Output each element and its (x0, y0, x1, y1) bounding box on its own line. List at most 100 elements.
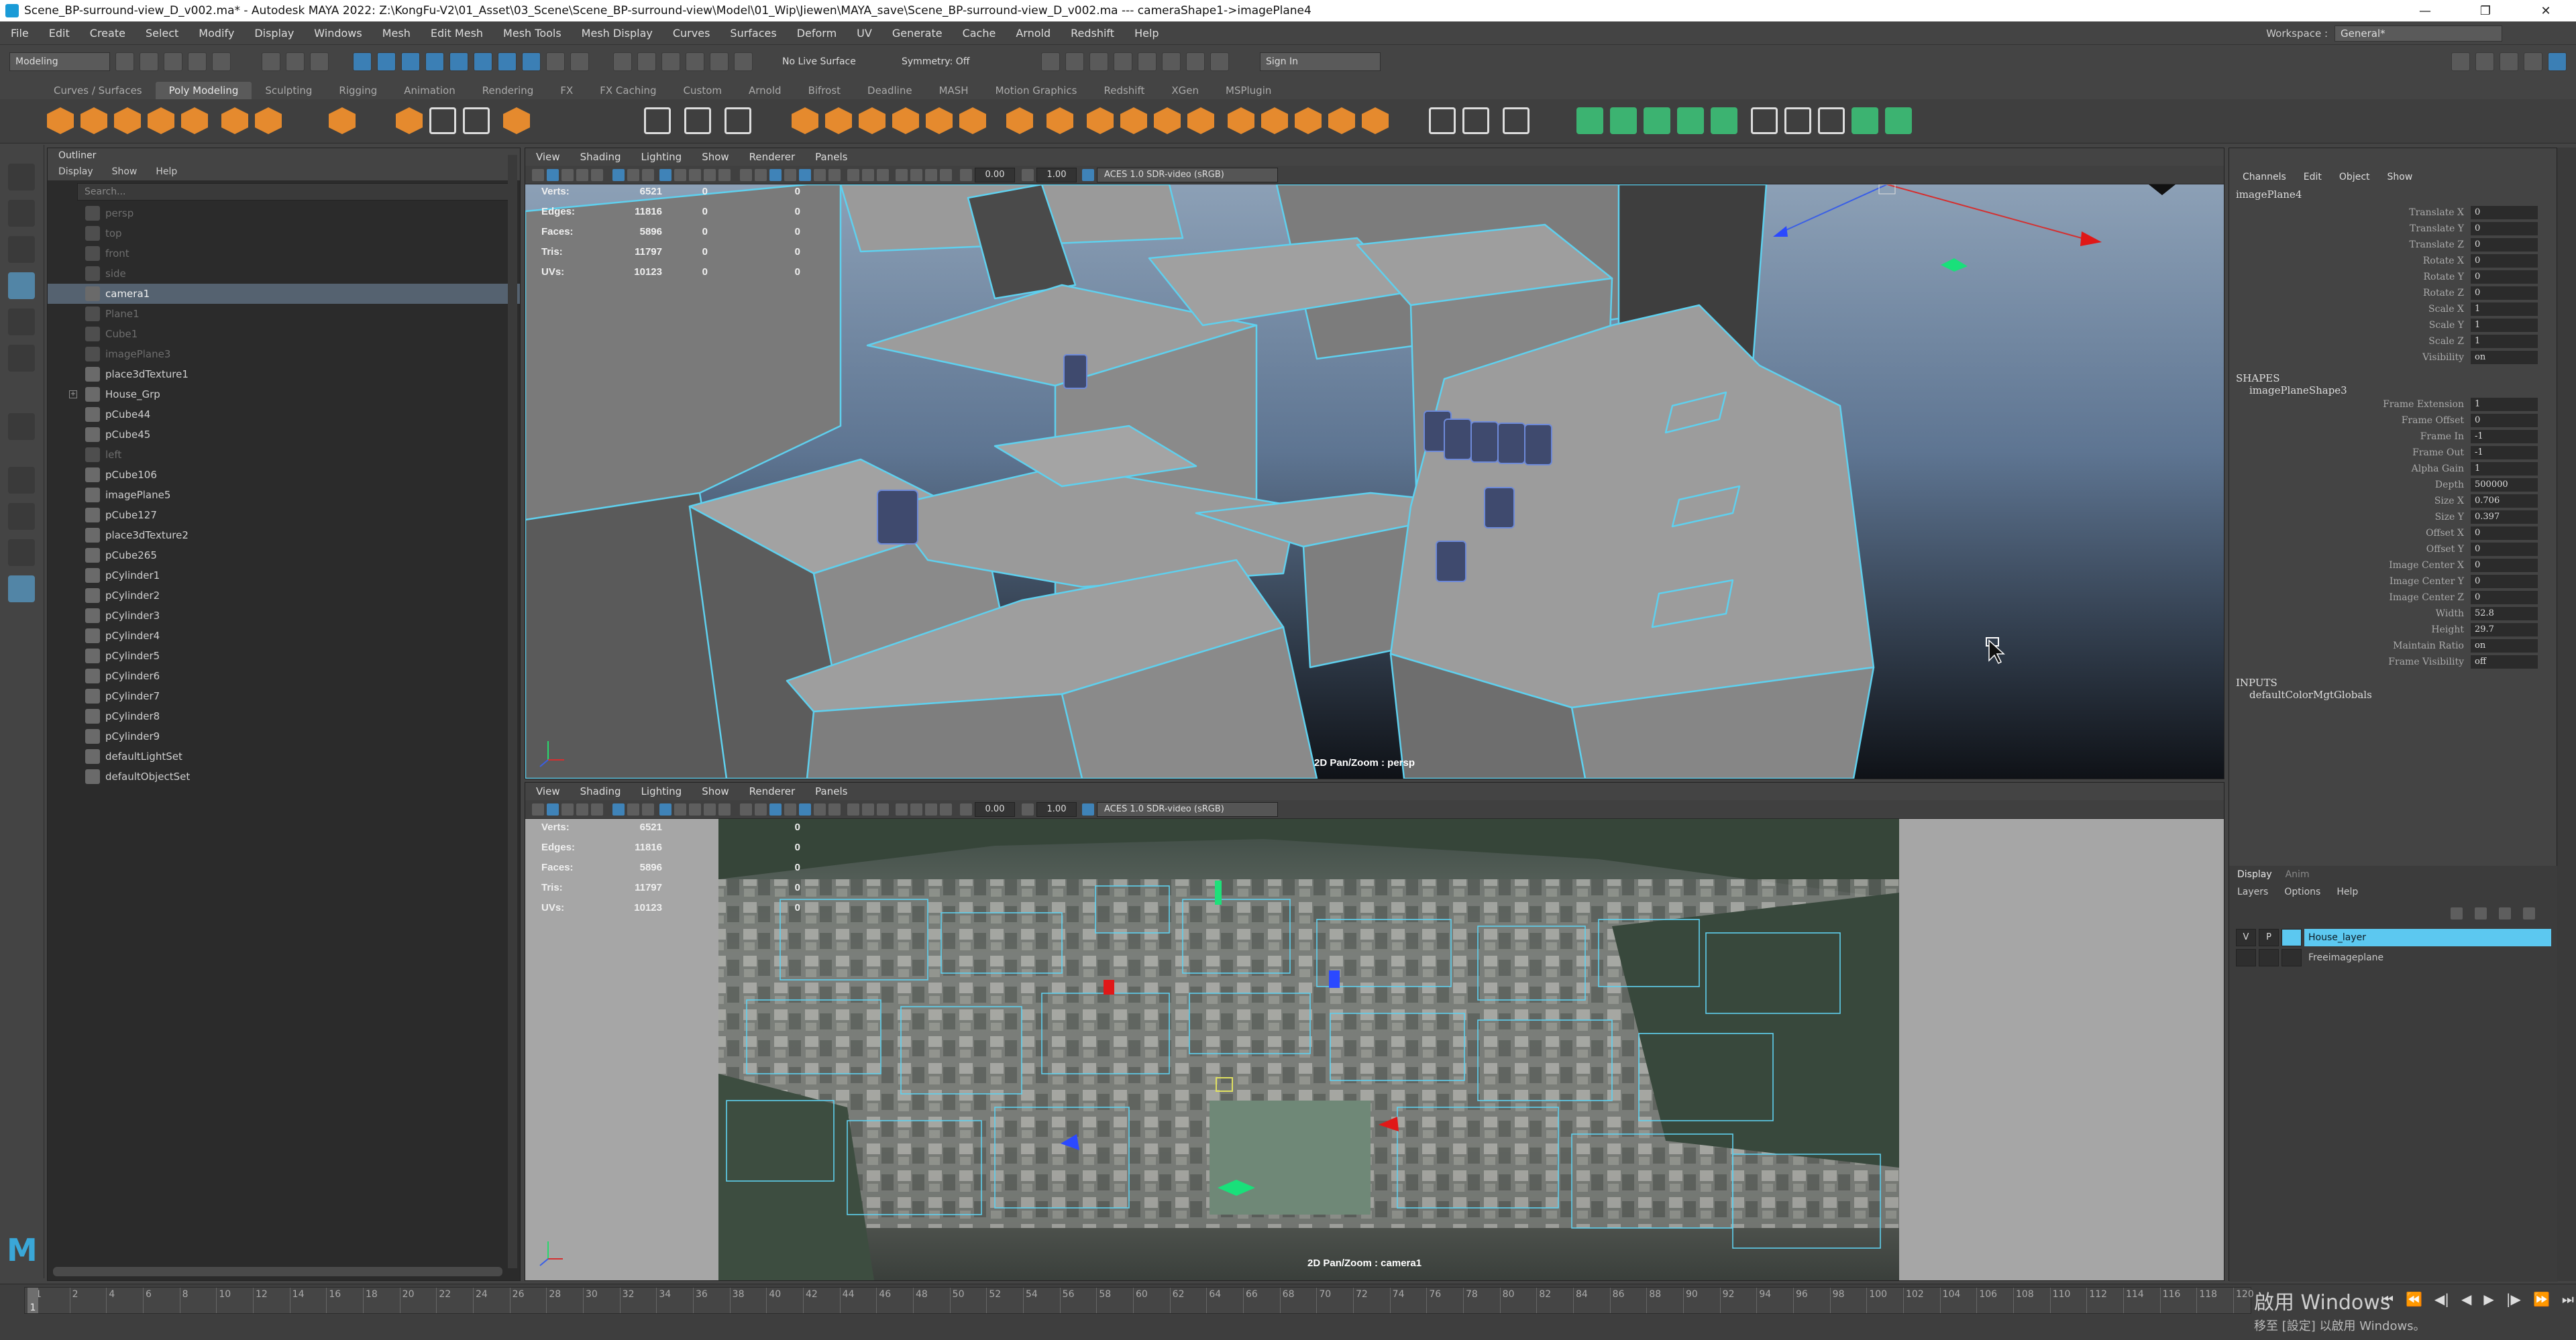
ambient-occlusion-icon[interactable] (828, 169, 841, 181)
bookmark-icon[interactable] (561, 169, 574, 181)
mirror-icon[interactable] (892, 107, 919, 134)
channel-attr-name[interactable]: Offset Y (2229, 544, 2471, 555)
layer-color-swatch[interactable] (2282, 929, 2302, 946)
outliner-item[interactable]: pCylinder4 (48, 626, 520, 646)
center-pivot-icon[interactable] (1851, 107, 1878, 134)
field-chart-icon[interactable] (689, 803, 701, 816)
bevel-icon[interactable] (1087, 107, 1114, 134)
menu-generate[interactable]: Generate (892, 27, 943, 40)
move-tool-icon[interactable] (8, 272, 35, 299)
outliner-item[interactable]: place3dTexture1 (48, 364, 520, 384)
open-scene-icon[interactable] (140, 52, 158, 71)
history-icon[interactable] (1041, 52, 1060, 71)
menu-uv[interactable]: UV (857, 27, 872, 40)
outliner-item[interactable]: pCube127 (48, 505, 520, 525)
panel-menu-shading[interactable]: Shading (580, 151, 621, 163)
menu-create[interactable]: Create (90, 27, 125, 40)
gizmo-y-handle[interactable] (1215, 881, 1222, 905)
gate-mask-icon[interactable] (674, 803, 686, 816)
use-all-lights-icon[interactable] (799, 169, 811, 181)
menu-windows[interactable]: Windows (314, 27, 362, 40)
super-shape-icon[interactable] (396, 107, 423, 134)
tool-settings-icon[interactable] (2500, 52, 2518, 71)
exposure-input[interactable]: 0.00 (975, 168, 1015, 182)
outliner-menu-display[interactable]: Display (58, 166, 93, 177)
channel-attr-value[interactable]: 0.397 (2471, 510, 2538, 524)
outliner-item[interactable]: defaultLightSet (48, 746, 520, 767)
poly-cylinder-icon[interactable] (114, 107, 141, 134)
layer-visibility-toggle[interactable] (2236, 949, 2256, 966)
poly-cone-icon[interactable] (148, 107, 174, 134)
safe-title-icon[interactable] (718, 803, 731, 816)
film-gate-icon[interactable] (642, 803, 654, 816)
camera-attributes-icon[interactable] (547, 803, 559, 816)
outliner-item[interactable]: pCylinder1 (48, 565, 520, 585)
2d-pan-zoom-icon[interactable] (591, 803, 603, 816)
menu-mesh[interactable]: Mesh (382, 27, 411, 40)
rotate-tool-icon[interactable] (8, 309, 35, 335)
outliner-item[interactable]: top (48, 223, 520, 243)
boolean-difference-icon[interactable] (825, 107, 852, 134)
color-management-icon[interactable] (1082, 169, 1094, 181)
channel-attr-name[interactable]: Frame Visibility (2229, 657, 2471, 667)
menu-edit-mesh[interactable]: Edit Mesh (431, 27, 483, 40)
scale-tool-icon[interactable] (8, 345, 35, 372)
gate-mask-icon[interactable] (674, 169, 686, 181)
hypershade-icon[interactable] (1138, 52, 1157, 71)
outliner-item[interactable]: pCylinder5 (48, 646, 520, 666)
anti-alias-icon[interactable] (862, 803, 874, 816)
outliner-item[interactable]: imagePlane5 (48, 485, 520, 505)
planar-map-icon[interactable] (1610, 107, 1637, 134)
panel-menu-renderer[interactable]: Renderer (749, 151, 795, 163)
menu-mesh-tools[interactable]: Mesh Tools (503, 27, 561, 40)
platonic-solid-icon[interactable] (329, 107, 356, 134)
channel-attr-value[interactable]: 29.7 (2471, 623, 2538, 636)
fill-hole-icon[interactable] (959, 107, 986, 134)
four-view-icon[interactable] (8, 503, 35, 530)
poly-torus-icon[interactable] (181, 107, 208, 134)
channel-attr-name[interactable]: Frame Offset (2229, 415, 2471, 426)
channel-attr-row[interactable]: Offset Y0 (2229, 541, 2557, 557)
menu-file[interactable]: File (11, 27, 29, 40)
channel-attr-value[interactable]: 0 (2471, 543, 2538, 556)
menu-deform[interactable]: Deform (797, 27, 837, 40)
channel-attr-row[interactable]: Frame Offset 0 (2229, 412, 2557, 429)
type-tool-icon[interactable] (463, 107, 490, 134)
multi-cut-icon[interactable] (1429, 107, 1456, 134)
layer-menu-layers[interactable]: Layers (2237, 887, 2268, 897)
outliner-menu-help[interactable]: Help (156, 166, 177, 177)
gamma-input[interactable]: 1.00 (1036, 802, 1077, 817)
view-transform-dropdown[interactable]: ACES 1.0 SDR-video (sRGB) (1097, 802, 1278, 817)
viewport-persp[interactable]: View Shading Lighting Show Renderer Panels 0.… (525, 148, 2224, 779)
channel-attr-value[interactable]: 0 (2471, 238, 2538, 252)
channel-attr-row[interactable]: Image Center Y0 (2229, 573, 2557, 590)
channel-attr-value[interactable]: 52.8 (2471, 607, 2538, 620)
channel-attr-value[interactable]: 1 (2471, 398, 2538, 411)
channel-attr-row[interactable]: Depth 500000 (2229, 477, 2557, 493)
channel-attr-name[interactable]: Frame Out (2229, 447, 2471, 458)
boolean-intersect-icon[interactable] (859, 107, 885, 134)
outliner-item[interactable]: left (48, 445, 520, 465)
snap-point-icon[interactable] (661, 52, 680, 71)
time-slider[interactable]: 1 2 4 6 8 10 12 14 16 18 20 22 24 26 28 30 32 34 36 38 40 42 4… (0, 1284, 2576, 1340)
channel-attr-value[interactable]: 0 (2471, 254, 2538, 268)
boolean-union-icon[interactable] (792, 107, 818, 134)
outliner-search-input[interactable]: Search... (77, 183, 515, 201)
move-layer-down-icon[interactable] (2475, 907, 2487, 919)
use-all-lights-icon[interactable] (799, 803, 811, 816)
select-camera-icon[interactable] (532, 169, 544, 181)
wireframe-icon[interactable] (740, 803, 752, 816)
channel-attr-row[interactable]: Image Center X0 (2229, 557, 2557, 573)
shelf-tab-sculpting[interactable]: Sculpting (252, 82, 325, 99)
menu-mesh-display[interactable]: Mesh Display (582, 27, 653, 40)
channel-attr-row[interactable]: Visibility on (2229, 349, 2557, 366)
pause-icon[interactable] (1210, 52, 1229, 71)
chamfer-vertex-icon[interactable] (1328, 107, 1355, 134)
step-forward-frame-icon[interactable]: |▶ (2506, 1291, 2521, 1307)
smooth-icon[interactable] (724, 107, 751, 134)
color-management-icon[interactable] (1082, 803, 1094, 816)
outliner-item[interactable]: Plane1 (48, 304, 520, 324)
collapse-icon[interactable] (1295, 107, 1322, 134)
extrude-icon[interactable] (1006, 107, 1033, 134)
wireframe-on-shaded-icon[interactable] (769, 169, 782, 181)
